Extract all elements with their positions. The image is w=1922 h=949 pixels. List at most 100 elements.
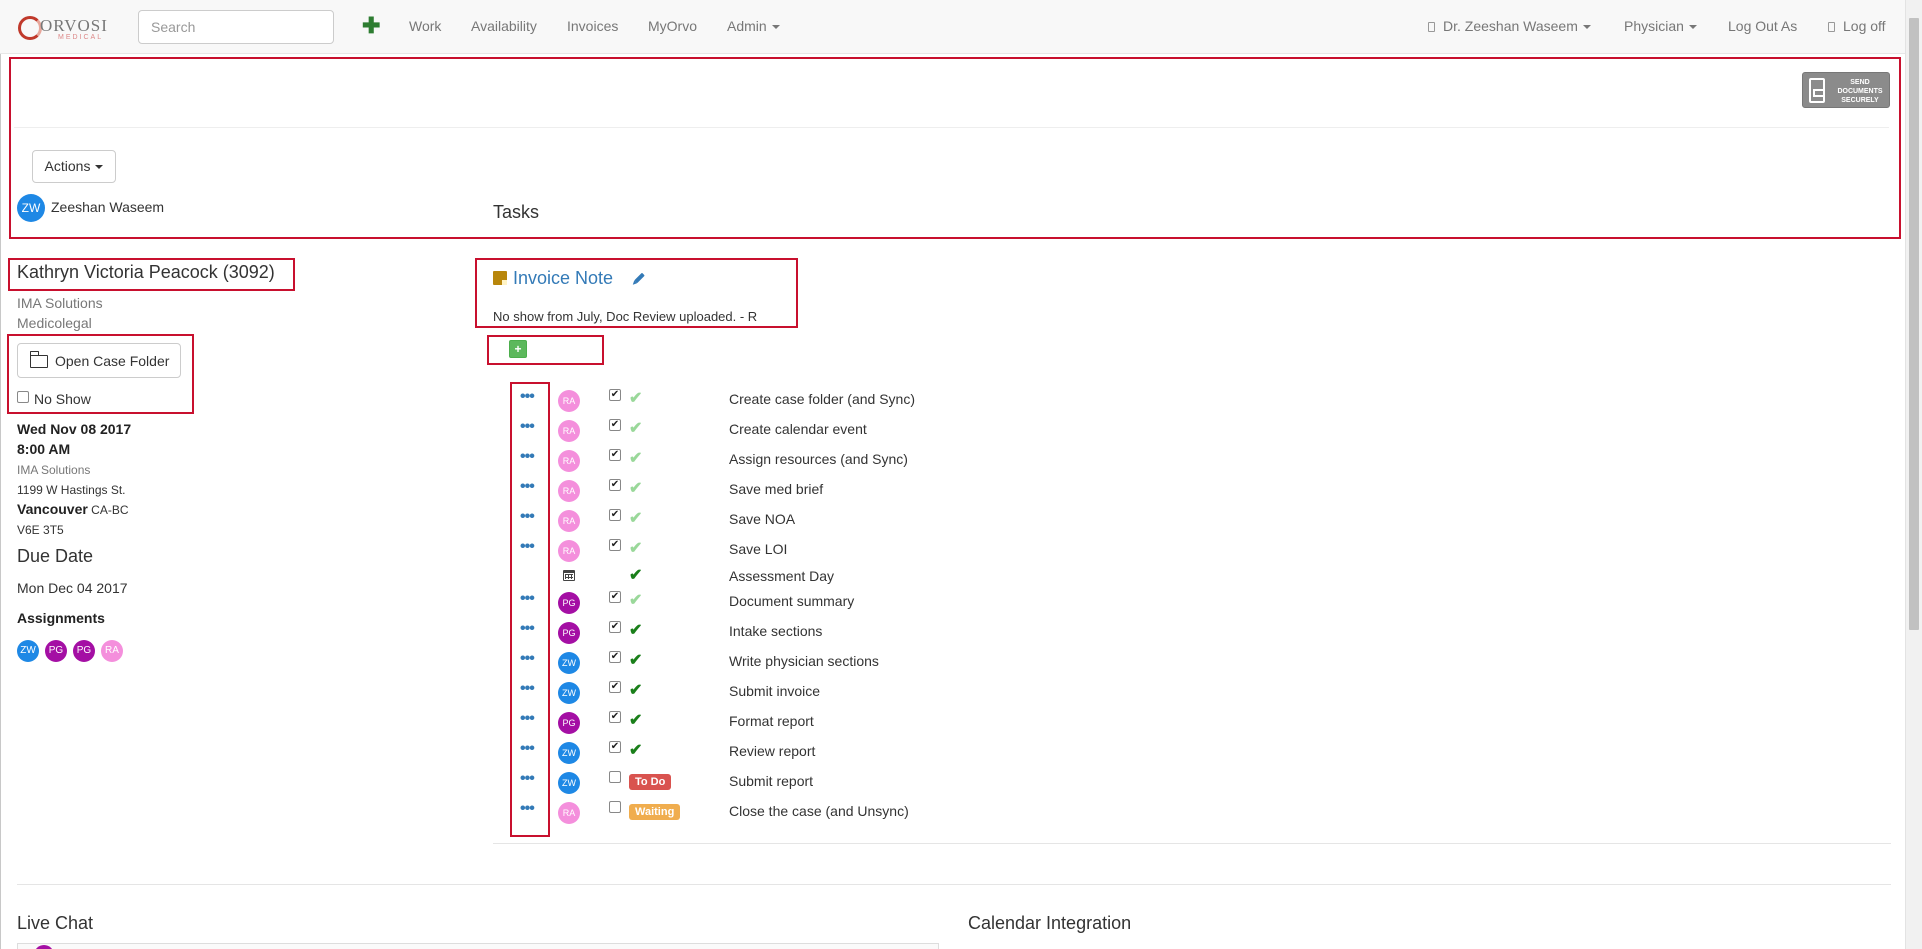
task-checkbox[interactable]: ✔ [609,711,621,723]
due-date-title: Due Date [17,546,94,566]
task-row: ••• ZW ✔ ✔ Submit invoice [500,681,1000,705]
task-checkbox[interactable]: ✔ [609,681,621,693]
nav-availability[interactable]: Availability [471,18,537,34]
chevron-down-icon [771,25,780,30]
nav-invoices[interactable]: Invoices [567,18,618,34]
task-label: Submit invoice [729,683,821,699]
task-row: ••• RA ✔ ✔ Save LOI [500,539,1000,563]
case-company: IMA Solutions [17,295,103,311]
avatar: RA [101,640,123,662]
task-checkbox[interactable]: ✔ [609,449,621,461]
task-checkbox[interactable]: ✔ [609,419,621,431]
nav-role-dropdown[interactable]: Physician [1624,18,1697,34]
task-checkbox[interactable]: ✔ [609,479,621,491]
task-label: Write physician sections [729,653,879,669]
task-checkbox[interactable] [609,801,621,813]
nav-myorvo[interactable]: MyOrvo [648,18,697,34]
actions-label: Actions [44,158,91,174]
send-documents-securely-button[interactable]: SEND DOCUMENTS SECURELY [1802,72,1890,108]
task-checkbox[interactable]: ✔ [609,509,621,521]
invoice-note-text: No show from July, Doc Review uploaded. … [493,309,758,324]
avatar: ZW [558,682,580,704]
nav-admin-dropdown[interactable]: Admin [727,18,780,34]
header-divider [14,127,1889,128]
task-checkbox[interactable]: ✔ [609,389,621,401]
avatar: PG [558,622,580,644]
more-options-icon[interactable]: ••• [520,711,536,727]
add-task-button[interactable]: + [509,340,527,358]
task-checkbox[interactable] [609,771,621,783]
avatar: RA [558,540,580,562]
task-label: Submit report [729,773,814,789]
calendar-icon [563,570,575,581]
nav-work[interactable]: Work [409,18,441,34]
more-options-icon[interactable]: ••• [520,479,536,495]
chat-panel [17,943,939,949]
no-show-label: No Show [34,391,91,407]
avatar: ZW [558,742,580,764]
logoff-icon [1828,22,1835,33]
more-options-icon[interactable]: ••• [520,801,536,817]
task-checkbox[interactable]: ✔ [609,651,621,663]
more-options-icon[interactable]: ••• [520,741,536,757]
avatar: RA [558,510,580,532]
scrollbar-thumb[interactable] [1909,18,1919,630]
avatar: RA [558,480,580,502]
checkmark-icon: ✔ [629,622,643,639]
checkmark-icon: ✔ [629,450,643,467]
location-city-line: Vancouver CA-BC [17,501,129,517]
avatar: PG [558,712,580,734]
task-label: Intake sections [729,623,823,639]
due-date: Mon Dec 04 2017 [17,580,128,596]
avatar: ZW [558,652,580,674]
actions-dropdown-button[interactable]: Actions [32,150,116,183]
task-checkbox[interactable]: ✔ [609,591,621,603]
checkmark-icon: ✔ [629,712,643,729]
avatar: ZW [17,640,39,662]
plus-icon[interactable]: ✚ [362,14,380,38]
task-row: ••• ZW To Do Submit report [500,771,1000,795]
more-options-icon[interactable]: ••• [520,591,536,607]
search-input[interactable] [138,10,334,44]
more-options-icon[interactable]: ••• [520,389,536,405]
header-panel-highlight [9,57,1901,239]
task-checkbox[interactable]: ✔ [609,741,621,753]
no-show-checkbox[interactable] [17,391,29,403]
assignments-avatars: ZW PG PG RA [17,640,129,662]
more-options-icon[interactable]: ••• [520,419,536,435]
task-row: ✔ Assessment Day [500,566,1000,590]
location-address: 1199 W Hastings St. [17,483,126,497]
calendar-integration-title: Calendar Integration [968,913,1132,933]
send-docs-line3: SECURELY [1841,97,1879,104]
logo-text: ORVOSI [40,16,108,35]
task-checkbox[interactable]: ✔ [609,621,621,633]
orvosi-logo[interactable]: ORVOSI MEDICAL [18,14,108,42]
task-checkbox[interactable]: ✔ [609,539,621,551]
nav-logout-as[interactable]: Log Out As [1728,18,1797,34]
more-options-icon[interactable]: ••• [520,509,536,525]
vertical-scrollbar[interactable] [1905,0,1922,949]
send-docs-line1: SEND [1850,79,1870,86]
more-options-icon[interactable]: ••• [520,539,536,555]
nav-user-dropdown[interactable]: Dr. Zeeshan Waseem [1428,18,1591,34]
more-options-icon[interactable]: ••• [520,651,536,667]
more-options-icon[interactable]: ••• [520,449,536,465]
top-navbar: ORVOSI MEDICAL ✚ Work Availability Invoi… [0,0,1905,54]
chevron-down-icon [95,165,104,170]
task-row: ••• RA ✔ ✔ Assign resources (and Sync) [500,449,1000,473]
task-row: ••• PG ✔ ✔ Format report [500,711,1000,735]
open-case-folder-button[interactable]: Open Case Folder [17,343,181,378]
more-options-icon[interactable]: ••• [520,681,536,697]
more-options-icon[interactable]: ••• [520,621,536,637]
task-row: ••• PG ✔ ✔ Intake sections [500,621,1000,645]
nav-logoff[interactable]: Log off [1828,18,1886,34]
logo-ring-icon [18,16,42,40]
secure-doc-icon [1809,78,1825,103]
task-label: Close the case (and Unsync) [729,803,909,819]
more-options-icon[interactable]: ••• [520,771,536,787]
invoice-note-title: Invoice Note [513,268,614,288]
user-icon [1428,22,1435,33]
location-region: CA-BC [91,503,129,517]
folder-open-icon [30,351,48,368]
open-case-folder-label: Open Case Folder [55,353,170,369]
